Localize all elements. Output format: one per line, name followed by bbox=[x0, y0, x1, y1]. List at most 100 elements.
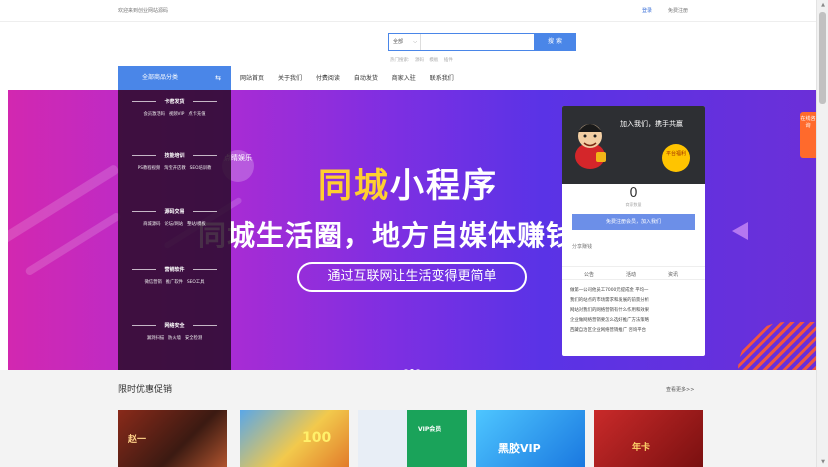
decorative-streak bbox=[8, 163, 121, 247]
login-link[interactable]: 登录 bbox=[642, 7, 652, 14]
panel-tabs: 公告 活动 资讯 bbox=[562, 266, 705, 280]
category-link[interactable]: 淘宝开店教 bbox=[164, 166, 185, 171]
search-box: 全部 ⌵ 搜 索 bbox=[388, 33, 576, 51]
promo-card[interactable]: 黑胶VIP bbox=[476, 410, 585, 467]
main-nav: 网站首页 关于我们 付费阅读 自动发货 商家入驻 联系我们 bbox=[240, 73, 466, 82]
news-item[interactable]: 做第一公司他员工7000元提成金 平均一 bbox=[570, 286, 700, 296]
mascot-image bbox=[575, 124, 606, 169]
scroll-down-icon[interactable]: ▼ bbox=[817, 457, 828, 467]
promo-card-image bbox=[594, 410, 703, 467]
search-input[interactable] bbox=[422, 34, 534, 50]
view-more-link[interactable]: 查看更多>> bbox=[666, 386, 694, 393]
join-us-panel: 加入我们，携手共赢 平台福利 0 商家数量 免费注册会员，加入我们 分享赚钱 公… bbox=[562, 106, 705, 356]
nav-link-paid-reading[interactable]: 付费阅读 bbox=[316, 75, 340, 82]
online-consult-badge[interactable]: 在线咨询 bbox=[800, 112, 816, 158]
search-button[interactable]: 搜 索 bbox=[534, 33, 576, 51]
nav-link-home[interactable]: 网站首页 bbox=[240, 75, 264, 82]
hot-search-word[interactable]: 模板 bbox=[429, 58, 438, 63]
promo-card-label: 黑胶VIP bbox=[498, 442, 541, 455]
banner-title-highlight: 同城 bbox=[318, 166, 390, 206]
tab-news[interactable]: 资讯 bbox=[668, 271, 678, 278]
category-group-title[interactable]: 营销软件 bbox=[118, 266, 231, 273]
promo-section-title: 限时优惠促销 bbox=[118, 385, 173, 395]
news-item[interactable]: 西藏自治区企业网络营销推广 咨询平台 bbox=[570, 326, 700, 336]
category-link[interactable]: 商城源码 bbox=[143, 222, 160, 227]
share-earn-link[interactable]: 分享赚钱 bbox=[572, 243, 592, 250]
promo-card[interactable]: 100 bbox=[240, 410, 349, 467]
category-group[interactable]: 卡密发货 会员激活码 视频VIP 点卡充值 bbox=[118, 98, 231, 117]
category-link[interactable]: 整站/模板 bbox=[187, 222, 206, 227]
news-item[interactable]: 企业做网络营销要怎么选好推广方法策略 bbox=[570, 316, 700, 326]
chevron-down-icon: ⌵ bbox=[413, 39, 417, 45]
banner-title-rest: 小程序 bbox=[390, 166, 498, 206]
scrollbar-thumb[interactable] bbox=[819, 12, 826, 104]
category-link[interactable]: 防火墙 bbox=[168, 336, 181, 341]
welcome-text: 欢迎来到创业网站源码 bbox=[118, 8, 169, 14]
category-group-title[interactable]: 网络安全 bbox=[118, 322, 231, 329]
category-group[interactable]: 营销软件 微信营销 推广软件 SEO工具 bbox=[118, 266, 231, 285]
scroll-up-icon[interactable]: ▲ bbox=[817, 0, 828, 10]
nav-link-merchant-join[interactable]: 商家入驻 bbox=[392, 75, 416, 82]
nav-link-auto-delivery[interactable]: 自动发货 bbox=[354, 75, 378, 82]
category-link[interactable]: PS教程视频 bbox=[138, 166, 161, 171]
hot-search-word[interactable]: 源码 bbox=[415, 58, 424, 63]
hot-search-label: 热门搜索: bbox=[390, 58, 410, 63]
swap-icon: ⇆ bbox=[215, 74, 221, 82]
page-scrollbar[interactable]: ▲ ▼ bbox=[816, 0, 828, 467]
nav-link-contact[interactable]: 联系我们 bbox=[430, 75, 454, 82]
nav-link-about[interactable]: 关于我们 bbox=[278, 75, 302, 82]
category-group[interactable]: 网络安全 漏洞扫描 防火墙 安全检测 bbox=[118, 322, 231, 341]
promo-card-label: 赵一 bbox=[128, 435, 147, 445]
join-button[interactable]: 免费注册会员，加入我们 bbox=[572, 214, 695, 230]
promo-card-image bbox=[358, 410, 467, 467]
join-panel-header: 加入我们，携手共赢 平台福利 bbox=[562, 106, 705, 184]
decorative-stripes bbox=[738, 322, 816, 370]
decorative-triangle bbox=[732, 222, 748, 240]
search-scope-select[interactable]: 全部 ⌵ bbox=[389, 34, 421, 50]
category-link[interactable]: SEO工具 bbox=[187, 280, 204, 285]
all-categories-button[interactable]: 全部商品分类 ⇆ bbox=[118, 66, 231, 90]
category-group[interactable]: 源码交易 商城源码 论坛/网站 整站/模板 bbox=[118, 208, 231, 227]
news-item[interactable]: 我们的站点的市场需求和发展的前景分析 bbox=[570, 296, 700, 306]
category-link[interactable]: 视频VIP bbox=[169, 112, 184, 117]
banner-slogan-pill: 通过互联网让生活变得更简单 bbox=[297, 262, 527, 292]
news-item[interactable]: 网站对我们的网络营销有什么作用和效果 bbox=[570, 306, 700, 316]
category-link[interactable]: 会员激活码 bbox=[143, 112, 164, 117]
category-link[interactable]: 推广软件 bbox=[166, 280, 183, 285]
category-group-title[interactable]: 卡密发货 bbox=[118, 98, 231, 105]
promo-section: 限时优惠促销 查看更多>> 赵一 100 VIP会员 黑胶VIP 年卡 bbox=[0, 370, 816, 467]
all-categories-label: 全部商品分类 bbox=[142, 74, 179, 81]
top-bar: 欢迎来到创业网站源码 登录 免费注册 bbox=[0, 0, 816, 22]
category-link[interactable]: 安全检测 bbox=[185, 336, 202, 341]
join-panel-title: 加入我们，携手共赢 bbox=[620, 120, 683, 128]
promo-card-label: 年卡 bbox=[632, 443, 651, 453]
promo-card-label: VIP会员 bbox=[418, 426, 442, 433]
category-link[interactable]: 微信营销 bbox=[145, 280, 162, 285]
merchant-count-label: 商家数量 bbox=[625, 202, 642, 207]
hot-search-words: 热门搜索: 源码 模板 插件 bbox=[390, 57, 457, 63]
hot-search-word[interactable]: 插件 bbox=[444, 58, 453, 63]
category-group-title[interactable]: 技能培训 bbox=[118, 152, 231, 159]
banner-subtitle: 同城生活圈，地方自媒体赚钱 bbox=[198, 219, 576, 252]
tab-activity[interactable]: 活动 bbox=[626, 271, 636, 278]
carousel-dots bbox=[404, 358, 422, 370]
category-menu: 卡密发货 会员激活码 视频VIP 点卡充值 技能培训 PS教程视频 淘宝开店教 SEO培… bbox=[118, 90, 231, 370]
merchant-count: 0 bbox=[629, 186, 638, 201]
register-link[interactable]: 免费注册 bbox=[668, 7, 688, 14]
promo-card[interactable]: 年卡 bbox=[594, 410, 703, 467]
promo-card-image bbox=[476, 410, 585, 467]
banner-title: 同城小程序 bbox=[318, 158, 498, 207]
promo-card[interactable]: VIP会员 bbox=[358, 410, 467, 467]
news-list: 做第一公司他员工7000元提成金 平均一 我们的站点的市场需求和发展的前景分析 … bbox=[570, 286, 700, 336]
category-group[interactable]: 技能培训 PS教程视频 淘宝开店教 SEO培训教 bbox=[118, 152, 231, 171]
category-link[interactable]: 点卡充值 bbox=[188, 112, 205, 117]
search-scope-value: 全部 bbox=[393, 39, 404, 45]
category-link[interactable]: SEO培训教 bbox=[190, 166, 212, 171]
tab-notice[interactable]: 公告 bbox=[584, 271, 594, 278]
welfare-badge: 平台福利 bbox=[662, 144, 690, 172]
category-link[interactable]: 论坛/网站 bbox=[164, 222, 183, 227]
category-group-title[interactable]: 源码交易 bbox=[118, 208, 231, 215]
page: 欢迎来到创业网站源码 登录 免费注册 全部 ⌵ 搜 索 热门搜索: 源码 模板 … bbox=[0, 0, 828, 467]
category-link[interactable]: 漏洞扫描 bbox=[147, 336, 164, 341]
promo-card[interactable]: 赵一 bbox=[118, 410, 227, 467]
